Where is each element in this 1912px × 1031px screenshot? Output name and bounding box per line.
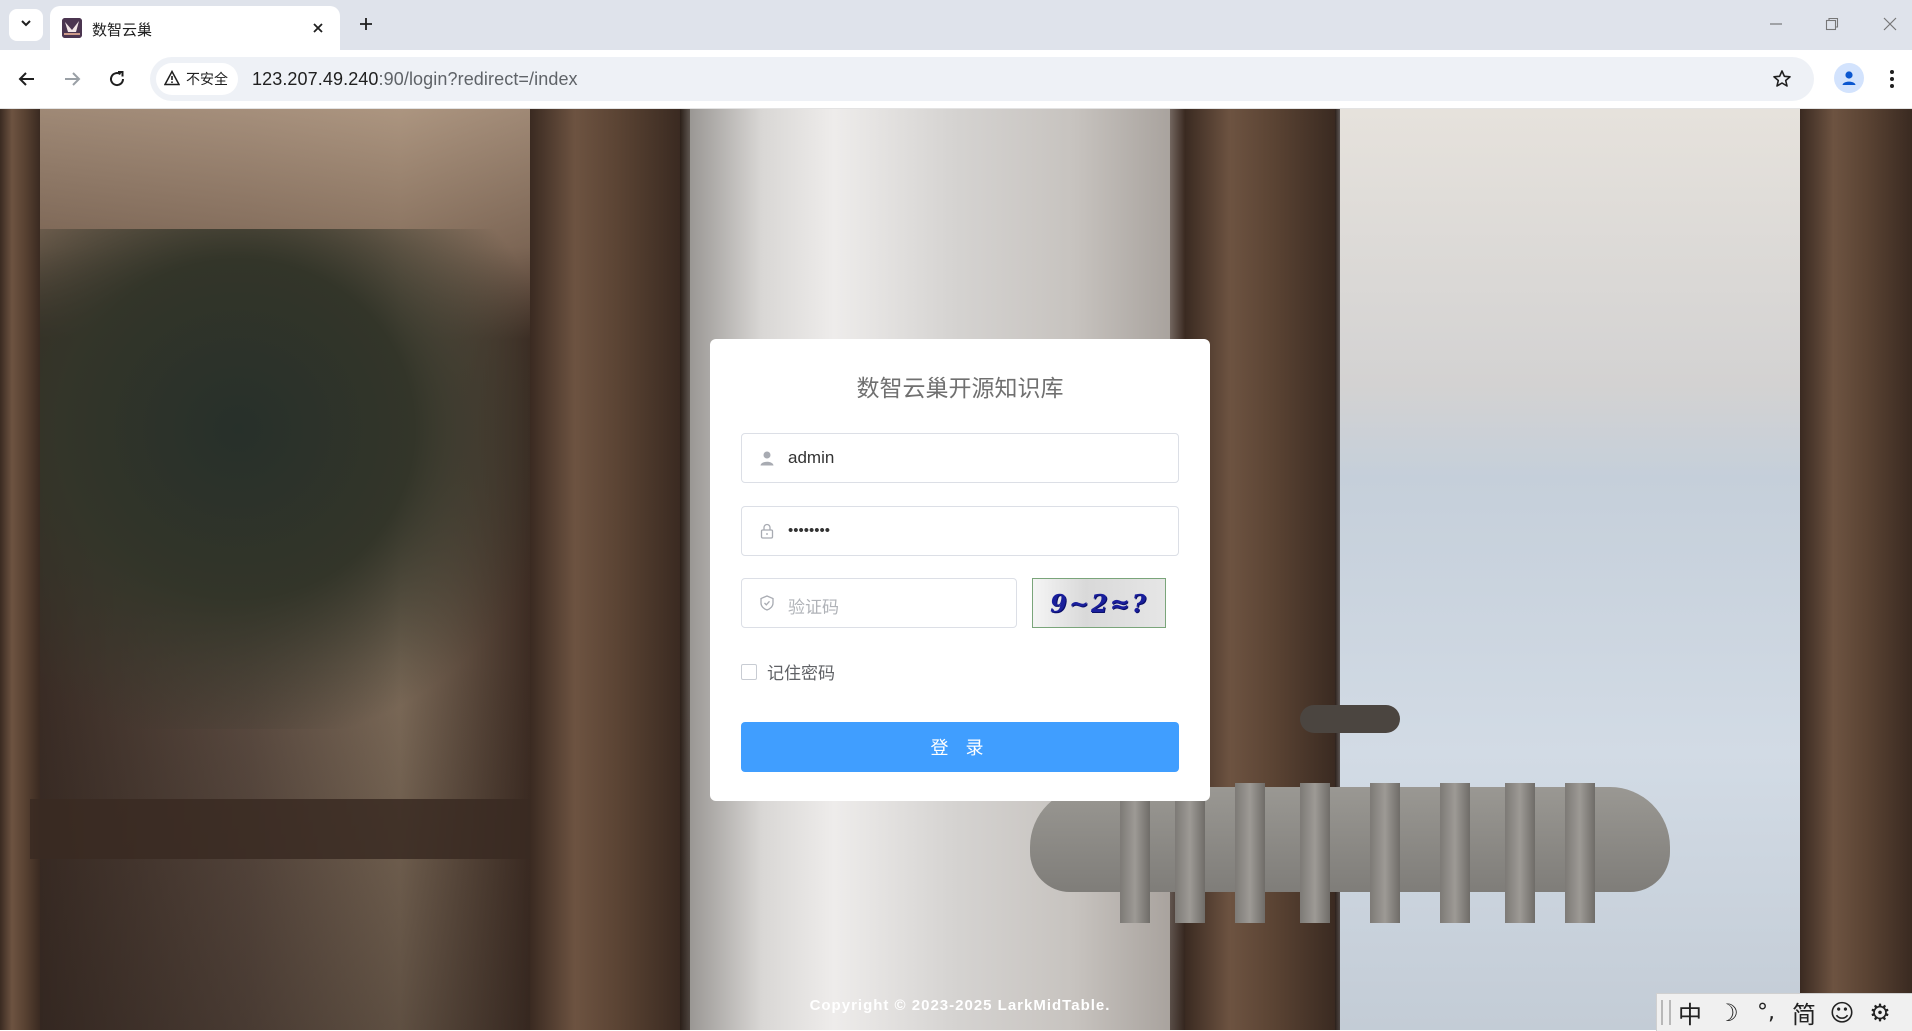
background-chair-slat	[1235, 783, 1265, 923]
plus-icon[interactable]	[352, 10, 380, 38]
minimize-icon[interactable]	[1762, 12, 1790, 36]
ime-emoji-icon[interactable]: ☺	[1823, 994, 1861, 1031]
tab-search-button[interactable]	[9, 9, 43, 41]
security-label: 不安全	[186, 71, 228, 87]
ime-moon-icon[interactable]: ☽	[1709, 994, 1747, 1031]
captcha-image[interactable]: 9~2≈?	[1032, 578, 1166, 628]
copyright-footer: Copyright © 2023-2025 LarkMidTable.	[0, 997, 1912, 1014]
background-chair-slat	[1370, 783, 1400, 923]
forward-icon[interactable]	[56, 63, 88, 95]
tab-title: 数智云巢	[92, 22, 153, 39]
address-bar[interactable]: 不安全 123.207.49.240:90/login?redirect=/in…	[150, 57, 1814, 101]
captcha-input[interactable]: 验证码	[741, 578, 1017, 628]
ime-settings-icon[interactable]: ⚙	[1861, 994, 1899, 1031]
copyright-text: Copyright © 2023-2025 LarkMidTable.	[809, 997, 1111, 1014]
url-text[interactable]: 123.207.49.240:90/login?redirect=/index	[252, 69, 578, 90]
active-tab[interactable]: 数智云巢	[50, 6, 340, 50]
ime-toolbar: 中 ☽ °, 简 ☺ ⚙	[1656, 993, 1912, 1031]
username-value: admin	[788, 448, 835, 467]
user-icon	[758, 449, 776, 467]
background-trees	[30, 229, 550, 729]
login-button[interactable]: 登 录	[741, 722, 1179, 772]
ime-punctuation-toggle[interactable]: °,	[1747, 994, 1785, 1031]
window-close-icon[interactable]	[1876, 12, 1904, 36]
url-host: 123.207.49.240	[252, 69, 379, 89]
back-icon[interactable]	[11, 63, 43, 95]
kebab-menu-icon[interactable]	[1878, 63, 1906, 95]
username-field[interactable]: admin	[741, 433, 1179, 483]
url-path: :90/login?redirect=/index	[378, 69, 578, 89]
restore-icon[interactable]	[1818, 12, 1846, 36]
tab-strip: 数智云巢	[0, 0, 1912, 50]
background-chair-slat	[1505, 783, 1535, 923]
background-post	[530, 109, 680, 1030]
favicon-icon	[62, 18, 82, 38]
shield-icon	[758, 594, 776, 612]
background-chair-slat	[1175, 783, 1205, 923]
password-field[interactable]: ••••••••	[741, 506, 1179, 556]
ime-mode-toggle[interactable]: 中	[1671, 994, 1709, 1031]
captcha-placeholder: 验证码	[788, 598, 839, 617]
close-icon[interactable]	[306, 16, 330, 40]
background-table	[30, 799, 530, 859]
warning-icon	[163, 69, 181, 89]
remember-password[interactable]: 记住密码	[741, 659, 835, 684]
browser-toolbar: 不安全 123.207.49.240:90/login?redirect=/in…	[0, 50, 1912, 109]
background-post	[0, 109, 40, 1030]
ime-simplified-toggle[interactable]: 简	[1785, 994, 1823, 1031]
reload-icon[interactable]	[101, 63, 133, 95]
security-chip[interactable]: 不安全	[156, 63, 238, 95]
password-value: ••••••••	[788, 522, 831, 539]
background-post	[1800, 109, 1912, 1030]
login-form: 数智云巢开源知识库 admin •••••••• 验证码 9~2≈? 记住密码 …	[710, 339, 1210, 801]
background-chair-slat	[1565, 783, 1595, 923]
chevron-down-icon	[19, 16, 33, 35]
profile-icon[interactable]	[1834, 63, 1864, 93]
login-title: 数智云巢开源知识库	[856, 375, 1064, 401]
remember-checkbox[interactable]	[741, 663, 757, 680]
star-icon[interactable]	[1768, 65, 1796, 93]
remember-label: 记住密码	[767, 664, 835, 683]
background-chair-slat	[1440, 783, 1470, 923]
background-chair-slat	[1300, 783, 1330, 923]
lock-icon	[758, 522, 776, 540]
background-chair-handle	[1300, 705, 1400, 733]
ime-drag-handle[interactable]	[1661, 1000, 1671, 1025]
background-chair-slat	[1120, 783, 1150, 923]
